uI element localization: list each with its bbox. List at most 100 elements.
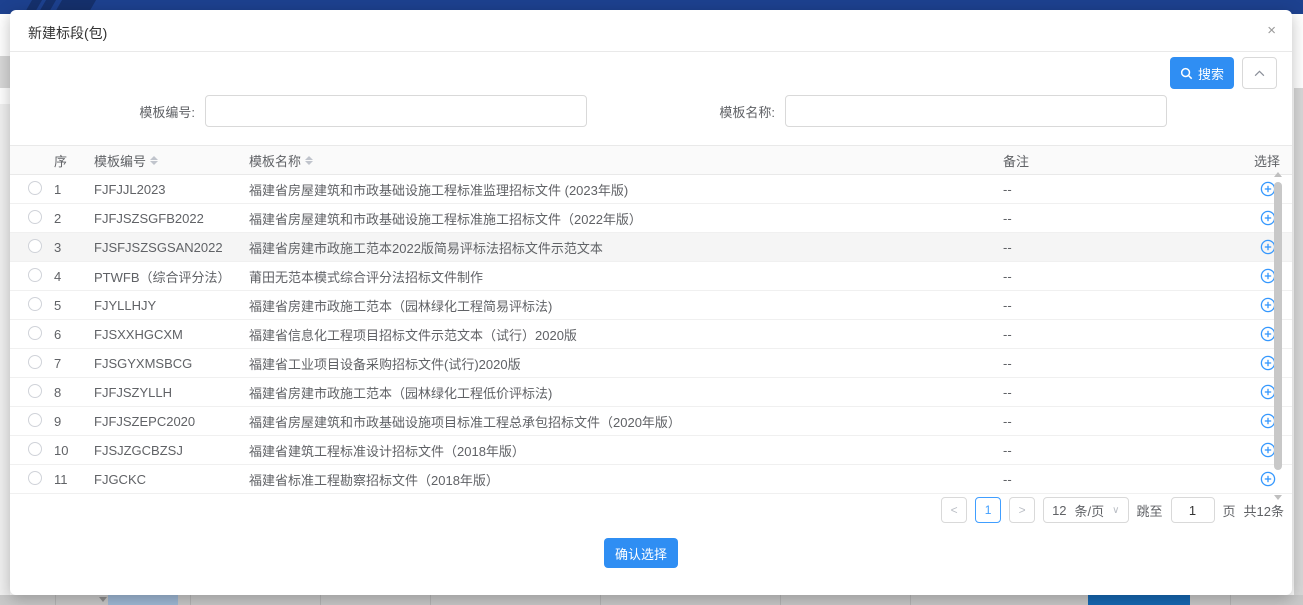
page-size-value: 12 <box>1052 503 1066 518</box>
template-code-label: 模板编号: <box>10 102 205 121</box>
search-form: 模板编号: 模板名称: <box>10 95 1292 127</box>
row-radio[interactable] <box>28 471 42 485</box>
row-template-code: FJFJSZYLLH <box>94 385 249 400</box>
row-template-name: 福建省房建市政施工范本（园林绿化工程简易评标法) <box>249 296 997 315</box>
row-remark: -- <box>997 472 1242 487</box>
background-selected-cell <box>108 595 178 605</box>
prev-page-button[interactable]: < <box>941 497 967 523</box>
row-template-name: 福建省房屋建筑和市政基础设施工程标准监理招标文件 (2023年版) <box>249 180 997 199</box>
table-row[interactable]: 2 FJFJSZSGFB2022 福建省房屋建筑和市政基础设施工程标准施工招标文… <box>10 204 1292 233</box>
table-row[interactable]: 6 FJSXXHGCXM 福建省信息化工程项目招标文件示范文本（试行）2020版… <box>10 320 1292 349</box>
row-radio[interactable] <box>28 210 42 224</box>
chevron-down-icon: ∨ <box>1112 505 1119 516</box>
col-header-code[interactable]: 模板编号 <box>94 151 249 170</box>
background-table-row <box>0 595 1303 605</box>
dialog-header: 新建标段(包) × <box>10 10 1292 52</box>
table-row[interactable]: 8 FJFJSZYLLH 福建省房建市政施工范本（园林绿化工程低价评标法) -- <box>10 378 1292 407</box>
row-index: 2 <box>54 211 94 226</box>
table-scrollbar[interactable] <box>1273 170 1283 502</box>
page-size-select[interactable]: 12 条/页 ∨ <box>1043 497 1128 523</box>
row-remark: -- <box>997 298 1242 313</box>
table-row[interactable]: 7 FJSGYXMSBCG 福建省工业项目设备采购招标文件(试行)2020版 -… <box>10 349 1292 378</box>
row-remark: -- <box>997 356 1242 371</box>
table-header-row: 序 模板编号 模板名称 备注 选择 <box>10 145 1292 175</box>
row-radio[interactable] <box>28 413 42 427</box>
search-icon <box>1180 67 1193 80</box>
row-template-code: PTWFB（综合评分法） <box>94 267 249 286</box>
template-name-input[interactable] <box>785 95 1167 127</box>
row-template-code: FJSFJSZSGSAN2022 <box>94 240 249 255</box>
row-remark: -- <box>997 269 1242 284</box>
background-page-band <box>0 56 10 88</box>
template-code-input[interactable] <box>205 95 587 127</box>
col-header-name[interactable]: 模板名称 <box>249 151 997 170</box>
table-row[interactable]: 5 FJYLLHJY 福建省房建市政施工范本（园林绿化工程简易评标法) -- <box>10 291 1292 320</box>
table-row[interactable]: 1 FJFJJL2023 福建省房屋建筑和市政基础设施工程标准监理招标文件 (2… <box>10 175 1292 204</box>
template-name-field: 模板名称: <box>590 95 1167 127</box>
next-page-button[interactable]: > <box>1009 497 1035 523</box>
row-template-name: 福建省房屋建筑和市政基础设施工程标准施工招标文件（2022年版） <box>249 209 997 228</box>
scrollbar-thumb[interactable] <box>1274 182 1282 470</box>
template-code-field: 模板编号: <box>10 95 587 127</box>
row-index: 4 <box>54 269 94 284</box>
table-row[interactable]: 9 FJFJSZEPC2020 福建省房屋建筑和市政基础设施项目标准工程总承包招… <box>10 407 1292 436</box>
col-header-index: 序 <box>54 151 94 170</box>
close-icon[interactable]: × <box>1267 21 1276 41</box>
confirm-select-button[interactable]: 确认选择 <box>604 538 678 568</box>
row-index: 5 <box>54 298 94 313</box>
search-button-label: 搜索 <box>1198 64 1224 83</box>
row-template-code: FJFJSZEPC2020 <box>94 414 249 429</box>
row-template-code: FJSGYXMSBCG <box>94 356 249 371</box>
row-remark: -- <box>997 211 1242 226</box>
background-page-band <box>0 104 10 595</box>
row-template-code: FJFJSZSGFB2022 <box>94 211 249 226</box>
row-remark: -- <box>997 327 1242 342</box>
total-count: 共12条 <box>1244 501 1284 520</box>
dialog-title: 新建标段(包) <box>28 23 107 43</box>
row-radio[interactable] <box>28 384 42 398</box>
row-radio[interactable] <box>28 326 42 340</box>
row-radio[interactable] <box>28 268 42 282</box>
page-suffix: 页 <box>1223 501 1236 520</box>
sort-icon[interactable] <box>305 156 313 165</box>
new-bid-section-dialog: 新建标段(包) × 搜索 模板编号: 模板名称: 序 <box>10 10 1292 595</box>
row-template-name: 福建省房屋建筑和市政基础设施项目标准工程总承包招标文件（2020年版） <box>249 412 997 431</box>
page-size-suffix: 条/页 <box>1075 501 1105 520</box>
page-number-button[interactable]: 1 <box>975 497 1001 523</box>
row-radio[interactable] <box>28 355 42 369</box>
row-template-name: 福建省标准工程勘察招标文件（2018年版） <box>249 470 997 489</box>
row-radio[interactable] <box>28 239 42 253</box>
row-index: 6 <box>54 327 94 342</box>
row-index: 3 <box>54 240 94 255</box>
col-header-select: 选择 <box>1242 151 1292 170</box>
row-template-name: 福建省建筑工程标准设计招标文件（2018年版） <box>249 441 997 460</box>
collapse-search-button[interactable] <box>1242 57 1277 89</box>
row-index: 11 <box>54 472 94 487</box>
row-index: 7 <box>54 356 94 371</box>
row-remark: -- <box>997 385 1242 400</box>
dialog-footer: 确认选择 <box>10 538 1292 568</box>
row-template-name: 福建省工业项目设备采购招标文件(试行)2020版 <box>249 354 997 373</box>
row-radio[interactable] <box>28 297 42 311</box>
page-scrollbar[interactable] <box>1294 88 1303 605</box>
table-row[interactable]: 4 PTWFB（综合评分法） 莆田无范本模式综合评分法招标文件制作 -- <box>10 262 1292 291</box>
table-row[interactable]: 3 FJSFJSZSGSAN2022 福建省房建市政施工范本2022版简易评标法… <box>10 233 1292 262</box>
row-template-code: FJFJJL2023 <box>94 182 249 197</box>
template-name-label: 模板名称: <box>590 102 785 121</box>
row-remark: -- <box>997 182 1242 197</box>
scroll-up-icon[interactable] <box>1274 172 1282 177</box>
row-radio[interactable] <box>28 442 42 456</box>
table-row[interactable]: 10 FJSJZGCBZSJ 福建省建筑工程标准设计招标文件（2018年版） -… <box>10 436 1292 465</box>
row-template-name: 莆田无范本模式综合评分法招标文件制作 <box>249 267 997 286</box>
row-template-name: 福建省房建市政施工范本（园林绿化工程低价评标法) <box>249 383 997 402</box>
search-button[interactable]: 搜索 <box>1170 57 1234 89</box>
table-row[interactable]: 11 FJGCKC 福建省标准工程勘察招标文件（2018年版） -- <box>10 465 1292 494</box>
sort-icon[interactable] <box>150 156 158 165</box>
row-remark: -- <box>997 443 1242 458</box>
template-table: 序 模板编号 模板名称 备注 选择 1 FJFJJL2023 福建省房屋建筑和市… <box>10 145 1292 494</box>
row-remark: -- <box>997 414 1242 429</box>
jump-page-input[interactable] <box>1171 497 1215 523</box>
row-template-code: FJSXXHGCXM <box>94 327 249 342</box>
row-radio[interactable] <box>28 181 42 195</box>
chevron-up-icon <box>1254 70 1265 77</box>
